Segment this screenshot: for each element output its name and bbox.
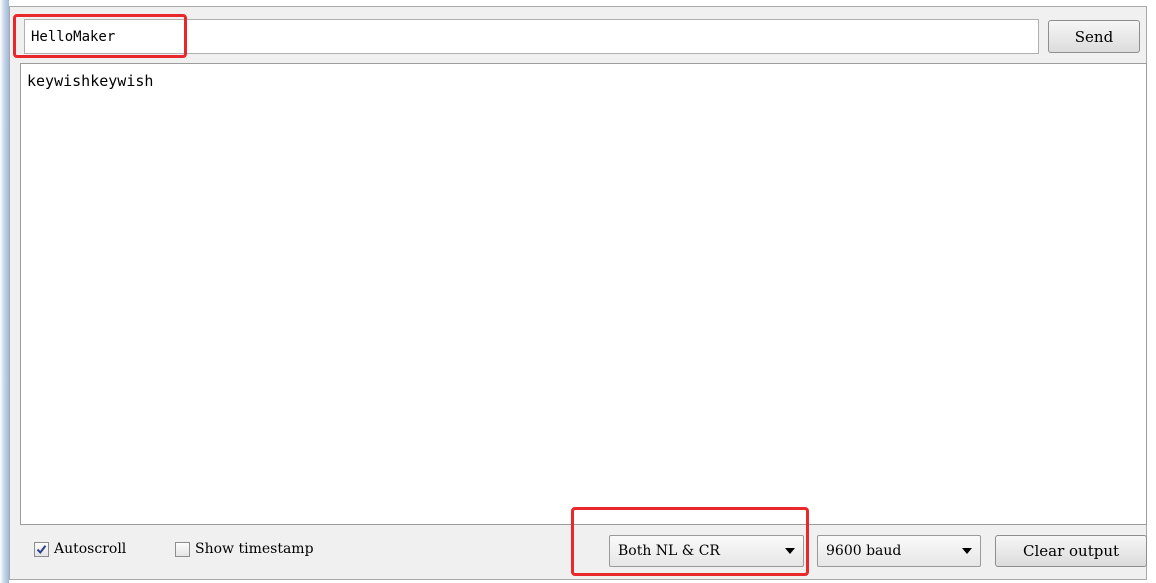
line-ending-value: Both NL & CR xyxy=(618,543,720,559)
autoscroll-label: Autoscroll xyxy=(54,541,127,557)
send-input[interactable] xyxy=(24,19,1039,54)
autoscroll-checkbox[interactable]: Autoscroll xyxy=(34,541,126,557)
checkmark-icon xyxy=(36,544,47,554)
baud-rate-value: 9600 baud xyxy=(826,543,902,559)
dropdown-arrow-icon xyxy=(785,548,795,554)
line-ending-select[interactable]: Both NL & CR xyxy=(609,535,804,567)
timestamp-box[interactable] xyxy=(175,541,190,557)
serial-output[interactable]: keywishkeywish xyxy=(20,63,1147,525)
window-edge xyxy=(0,0,9,583)
bottom-toolbar: Autoscroll Show timestamp Both NL & CR 9… xyxy=(20,530,1147,574)
dropdown-arrow-icon xyxy=(962,548,972,554)
autoscroll-box[interactable] xyxy=(34,541,49,557)
timestamp-label: Show timestamp xyxy=(195,541,314,557)
send-button[interactable]: Send xyxy=(1048,20,1140,53)
baud-rate-select[interactable]: 9600 baud xyxy=(817,535,981,567)
clear-output-button[interactable]: Clear output xyxy=(995,535,1147,567)
timestamp-checkbox[interactable]: Show timestamp xyxy=(175,541,314,557)
